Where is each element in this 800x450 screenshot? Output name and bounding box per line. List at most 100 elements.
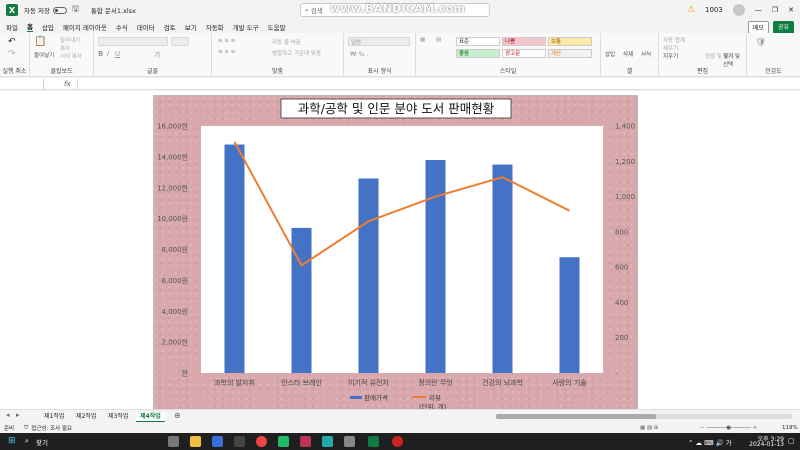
save-icon[interactable]: 🖫	[72, 3, 79, 17]
worksheet[interactable]: 과학/공학 및 인문 분야 도서 판매현황 원 2,000원 4,000원 6,000…	[0, 91, 800, 413]
style-warning[interactable]: 경고문	[502, 49, 546, 58]
style-calculation[interactable]: 계산	[548, 49, 592, 58]
tab-data[interactable]: 데이터	[137, 22, 155, 32]
windows-start-icon[interactable]: ⊞	[8, 436, 16, 446]
copy-label[interactable]: 복사	[60, 44, 70, 52]
accessibility-status[interactable]: 접근성: 조사 필요	[31, 424, 72, 432]
currency-icon[interactable]: ₩ % ,	[350, 50, 369, 58]
style-normal[interactable]: 표준	[456, 37, 500, 46]
combo-chart[interactable]: 과학/공학 및 인문 분야 도서 판매현황 원 2,000원 4,000원 6,000…	[153, 95, 638, 413]
group-font: B I U 가 글꼴	[94, 33, 212, 77]
x-tick-label: 이기적 유전자	[348, 378, 389, 387]
warning-icon[interactable]: ⚠	[687, 5, 695, 15]
clock-date[interactable]: 2024-01-13	[748, 441, 784, 448]
paste-label[interactable]: 붙여넣기	[34, 51, 54, 59]
tab-formulas[interactable]: 수식	[116, 22, 128, 32]
redo-icon[interactable]: ↷	[8, 49, 16, 59]
formula-input[interactable]	[76, 78, 800, 89]
cut-label[interactable]: 잘라내기	[60, 36, 80, 44]
wrap-text-label[interactable]: 자동 줄 바꿈	[272, 38, 301, 46]
sheet-tab-2[interactable]: 제2작업	[72, 412, 100, 422]
file-name[interactable]: 통합 문서1.xlsx	[91, 5, 136, 15]
zoom-level[interactable]: 119%	[782, 425, 798, 431]
tab-help[interactable]: 도움말	[268, 22, 286, 32]
number-format-select[interactable]: 일반	[348, 37, 410, 46]
group-clipboard: 📋 붙여넣기 잘라내기 복사 서식 복사 클립보드	[30, 33, 94, 77]
delete-cells-button[interactable]: 삭제	[623, 50, 633, 58]
sheet-tab-4[interactable]: 제4작업	[136, 412, 165, 422]
align-top-icon[interactable]: ≡ ≡ ≡	[218, 38, 235, 44]
y-left-tick-label: 16,000원	[157, 122, 188, 131]
bold-icon[interactable]: B	[98, 50, 103, 58]
taskbar-search-icon[interactable]: ⌕	[25, 437, 29, 446]
sheet-tab-3[interactable]: 제3작업	[104, 412, 132, 422]
format-painter-label[interactable]: 서식 복사	[60, 52, 82, 60]
autosum-label[interactable]: 자동 합계	[663, 36, 685, 44]
format-cells-button[interactable]: 서식	[641, 50, 651, 58]
format-table-icon[interactable]: ▤	[436, 37, 441, 43]
zoom-slider[interactable]: − ──────●────── +	[700, 425, 757, 431]
taskbar-search-label[interactable]: 찾기	[36, 437, 48, 447]
notification-icon[interactable]: ▢	[788, 437, 795, 445]
bandicam-taskbar-icon[interactable]	[392, 436, 403, 447]
edge-icon[interactable]	[322, 436, 333, 447]
tab-view[interactable]: 보기	[185, 22, 197, 32]
insert-cells-button[interactable]: 삽입	[605, 50, 615, 58]
italic-icon[interactable]: I	[107, 50, 109, 58]
tab-insert[interactable]: 삽입	[42, 22, 54, 32]
tab-review[interactable]: 검토	[164, 22, 176, 32]
autosave-toggle[interactable]	[53, 6, 67, 14]
app-icon-3[interactable]	[344, 436, 355, 447]
font-color-icon[interactable]: 가	[154, 50, 160, 60]
tab-file[interactable]: 파일	[6, 22, 18, 32]
tray-icons[interactable]: ⌃ ☁ ⌨ 🔊 가	[688, 437, 732, 447]
avatar[interactable]	[732, 4, 745, 16]
scrollbar-thumb[interactable]	[496, 414, 656, 419]
store-icon[interactable]	[234, 436, 245, 447]
sheet-tab-1[interactable]: 제1작업	[40, 412, 68, 422]
y-left-tick-label: 6,000원	[162, 276, 188, 285]
app-icon-1[interactable]	[278, 436, 289, 447]
mail-icon[interactable]	[212, 436, 223, 447]
restore-button[interactable]: ❐	[772, 6, 778, 14]
chrome-icon[interactable]	[256, 436, 267, 447]
tab-developer[interactable]: 개발 도구	[233, 22, 259, 32]
sensitivity-icon[interactable]: 🛡	[755, 38, 766, 48]
y-left-tick-label: 4,000원	[162, 307, 188, 316]
app-icon-2[interactable]	[300, 436, 311, 447]
conditional-format-icon[interactable]: ▦	[420, 37, 425, 43]
font-size-select[interactable]	[171, 37, 189, 46]
excel-taskbar-icon[interactable]	[368, 436, 379, 447]
style-neutral[interactable]: 보통	[548, 37, 592, 46]
excel-logo-icon: X	[6, 4, 18, 16]
tab-automate[interactable]: 자동화	[206, 22, 224, 32]
paste-icon[interactable]: 📋	[34, 36, 46, 47]
style-bad[interactable]: 나쁨	[502, 37, 546, 46]
style-good[interactable]: 좋음	[456, 49, 500, 58]
task-view-icon[interactable]	[168, 436, 179, 447]
prev-sheet-icon[interactable]: ◂	[6, 411, 10, 419]
view-normal-icon[interactable]: ▦ ▤ ⊞	[640, 425, 659, 431]
next-sheet-icon[interactable]: ▸	[16, 411, 20, 419]
group-label-cells: 셀	[626, 68, 633, 75]
close-button[interactable]: ✕	[788, 6, 794, 14]
undo-icon[interactable]: ↶	[8, 37, 16, 47]
fx-icon[interactable]: fx	[64, 80, 71, 88]
minimize-button[interactable]: —	[755, 6, 762, 14]
name-box[interactable]	[0, 78, 44, 89]
merge-center-label[interactable]: 병합하고 가운데 맞춤	[272, 49, 321, 57]
align-left-icon[interactable]: ≡ ≡ ≡	[218, 49, 235, 55]
windows-taskbar: ⊞ ⌕ 찾기 ⌃ ☁ ⌨ 🔊 가 오후 3:29 2024-01-13 ▢	[0, 433, 800, 450]
y-left-tick-label: 12,000원	[157, 183, 188, 192]
y-right-tick-label: 800	[615, 228, 628, 236]
user-id[interactable]: 1003	[705, 6, 723, 14]
add-sheet-icon[interactable]: ⊕	[174, 411, 181, 420]
underline-icon[interactable]: U	[115, 50, 120, 58]
font-name-select[interactable]	[98, 37, 168, 46]
file-explorer-icon[interactable]	[190, 436, 201, 447]
tab-page-layout[interactable]: 페이지 레이아웃	[63, 22, 107, 32]
tab-home[interactable]: 홈	[26, 21, 33, 32]
horizontal-scrollbar[interactable]	[496, 414, 792, 419]
fill-label[interactable]: 채우기	[663, 44, 678, 52]
clear-label[interactable]: 지우기	[663, 52, 678, 60]
